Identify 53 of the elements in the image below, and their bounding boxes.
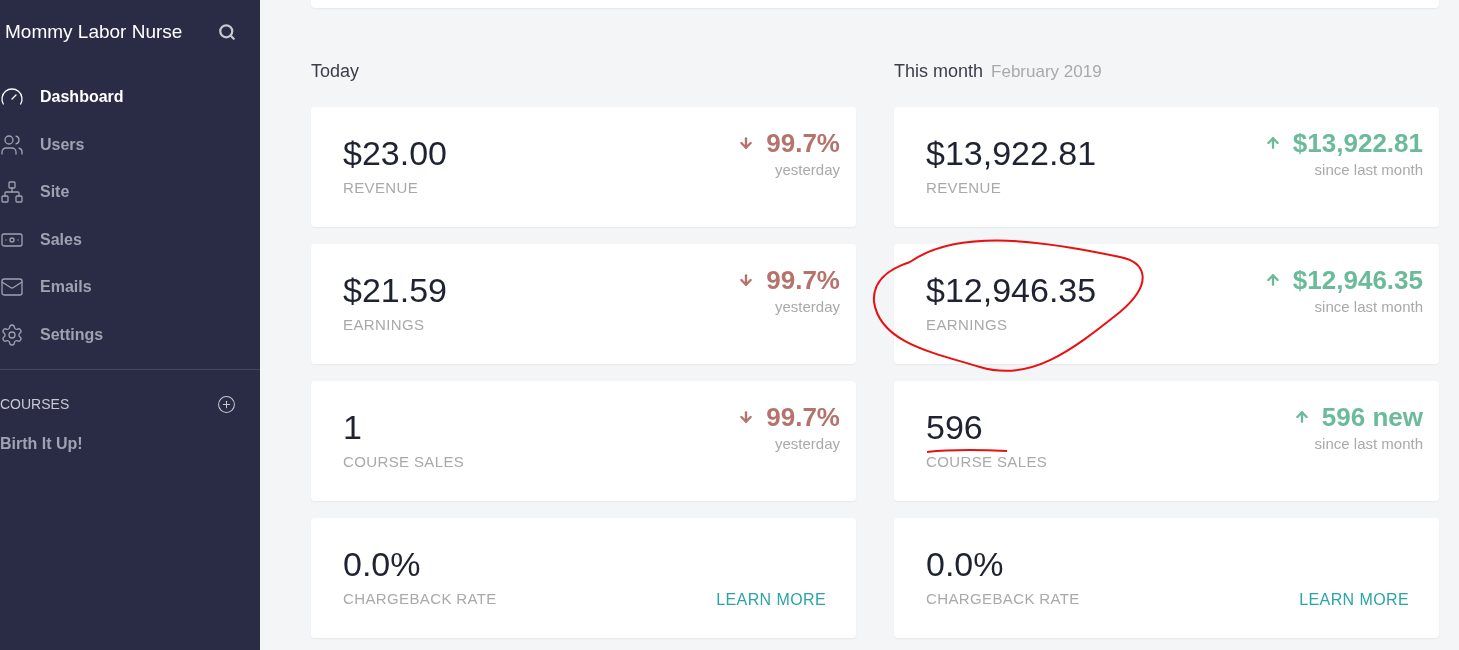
change-period: since last month	[1314, 160, 1423, 180]
change-period: since last month	[1314, 434, 1423, 454]
stat-label: EARNINGS	[343, 315, 426, 335]
stat-label: COURSE SALES	[343, 452, 465, 472]
stat-label: REVENUE	[926, 178, 1003, 198]
stat-value: $12,946.35	[926, 270, 1097, 310]
stat-label: COURSE SALES	[926, 452, 1048, 472]
change-value: 596 new	[1321, 401, 1423, 433]
learn-more-link[interactable]: LEARN MORE	[1299, 588, 1409, 612]
section-title: This month	[894, 60, 984, 83]
change-value: $13,922.81	[1292, 127, 1423, 159]
arrow-down-icon	[738, 135, 755, 151]
nav-item[interactable]: Settings	[0, 311, 260, 359]
nav-item[interactable]: Dashboard	[0, 73, 260, 121]
stat-value: 0.0%	[926, 544, 1005, 584]
brand-title: Mommy Labor Nurse	[5, 20, 183, 44]
change-value: 99.7%	[766, 127, 840, 159]
stat-label: EARNINGS	[926, 315, 1009, 335]
stat-value: 1	[343, 407, 363, 447]
arrow-up-icon	[1293, 409, 1310, 425]
change-period: yesterday	[774, 434, 840, 454]
arrow-down-icon	[738, 409, 755, 425]
stat-label: REVENUE	[343, 178, 420, 198]
change-period: yesterday	[774, 160, 840, 180]
settings-icon	[0, 322, 24, 347]
nav-item[interactable]: Users	[0, 121, 260, 169]
stat-value: $23.00	[343, 133, 447, 173]
change-value: $12,946.35	[1292, 264, 1423, 296]
change-value: 99.7%	[766, 264, 840, 296]
add-icon[interactable]	[217, 394, 236, 414]
search-icon[interactable]	[218, 23, 236, 42]
section-title: Today	[311, 60, 360, 83]
stat-label: CHARGEBACK RATE	[343, 589, 497, 609]
stat-value: 0.0%	[343, 544, 422, 584]
stat-value: 596	[926, 407, 984, 447]
stat-label: CHARGEBACK RATE	[926, 589, 1080, 609]
users-icon	[0, 132, 24, 157]
arrow-up-icon	[1264, 135, 1281, 151]
stat-value: $21.59	[343, 270, 447, 310]
section-heading: COURSES	[0, 394, 70, 414]
section-subtitle: February 2019	[991, 61, 1102, 83]
change-value: 99.7%	[766, 401, 840, 433]
nav-item[interactable]: Sales	[0, 216, 260, 264]
nav-item[interactable]: Emails	[0, 263, 260, 311]
arrow-down-icon	[738, 272, 755, 288]
change-period: since last month	[1314, 297, 1423, 317]
change-period: yesterday	[774, 297, 840, 317]
arrow-up-icon	[1264, 272, 1281, 288]
learn-more-link[interactable]: LEARN MORE	[716, 588, 826, 612]
sitemap-icon	[0, 180, 24, 205]
stat-value: $13,922.81	[926, 133, 1097, 173]
nav-item[interactable]: Site	[0, 168, 260, 216]
course-link[interactable]: Birth It Up!	[0, 431, 260, 456]
